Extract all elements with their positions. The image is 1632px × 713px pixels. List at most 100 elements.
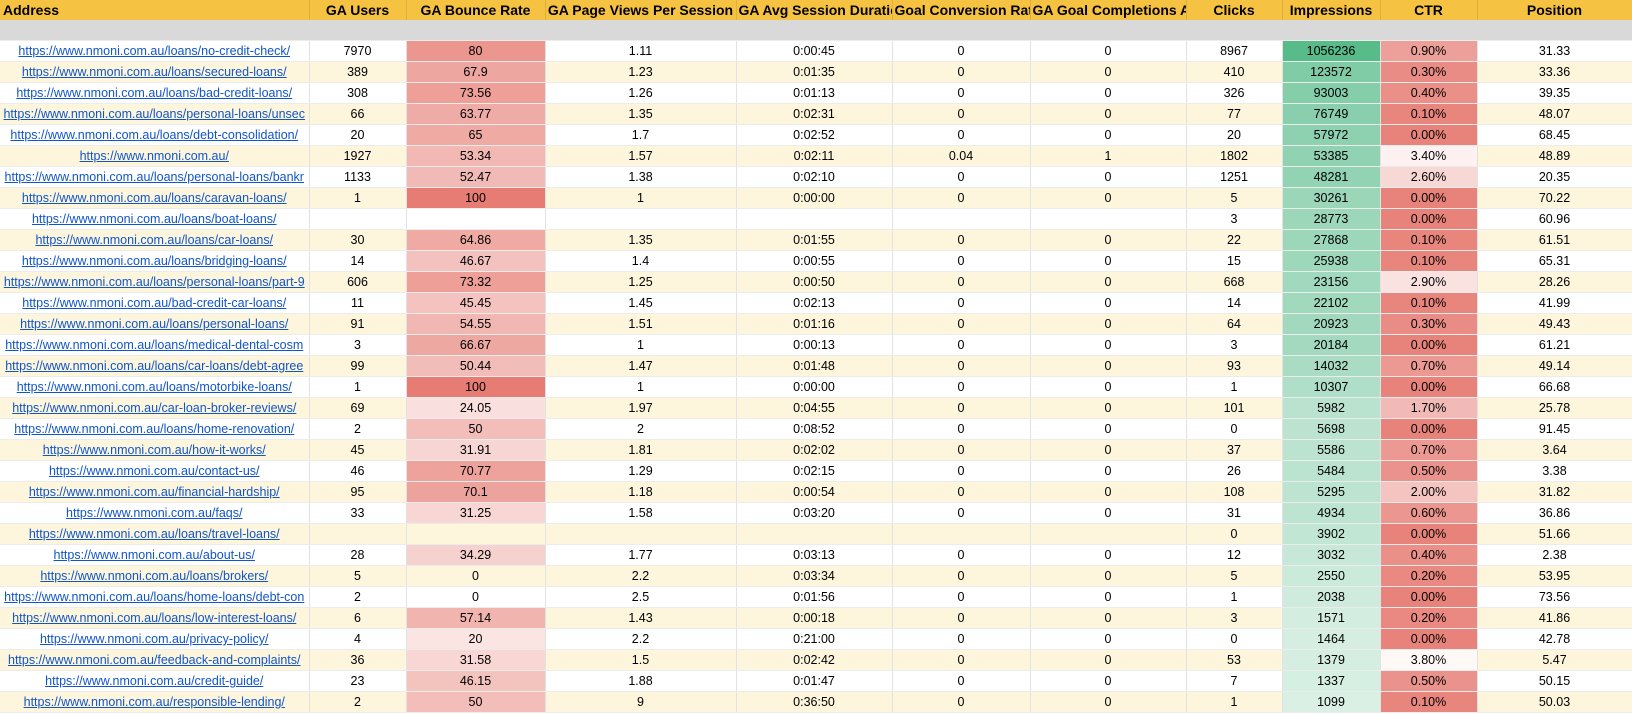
impressions-cell[interactable]: 20923 — [1282, 313, 1381, 335]
goal-completions-cell[interactable]: 0 — [1030, 691, 1187, 713]
clicks-cell[interactable]: 37 — [1186, 439, 1283, 461]
page-views-cell[interactable]: 1.88 — [545, 670, 737, 692]
session-duration-cell[interactable] — [736, 523, 893, 545]
ga-users-cell[interactable]: 36 — [309, 649, 407, 671]
ctr-cell[interactable]: 0.70% — [1380, 439, 1478, 461]
ga-users-cell[interactable]: 69 — [309, 397, 407, 419]
position-cell[interactable]: 31.33 — [1477, 40, 1632, 62]
goal-completions-cell[interactable]: 0 — [1030, 649, 1187, 671]
url-link[interactable]: https://www.nmoni.com.au/loans/car-loans… — [35, 233, 273, 247]
goal-completions-cell[interactable]: 0 — [1030, 565, 1187, 587]
ga-users-cell[interactable]: 95 — [309, 481, 407, 503]
position-cell[interactable]: 3.38 — [1477, 460, 1632, 482]
session-duration-cell[interactable]: 0:00:54 — [736, 481, 893, 503]
impressions-cell[interactable]: 22102 — [1282, 292, 1381, 314]
session-duration-cell[interactable]: 0:02:42 — [736, 649, 893, 671]
bounce-rate-cell[interactable]: 57.14 — [406, 607, 546, 629]
url-link[interactable]: https://www.nmoni.com.au/financial-hards… — [29, 485, 280, 499]
impressions-cell[interactable]: 27868 — [1282, 229, 1381, 251]
impressions-cell[interactable]: 1571 — [1282, 607, 1381, 629]
ga-users-cell[interactable] — [309, 523, 407, 545]
ga-users-cell[interactable]: 20 — [309, 124, 407, 146]
ga-users-cell[interactable]: 5 — [309, 565, 407, 587]
ga-users-cell[interactable]: 6 — [309, 607, 407, 629]
page-views-cell[interactable]: 1.45 — [545, 292, 737, 314]
ga-users-cell[interactable]: 14 — [309, 250, 407, 272]
goal-completions-cell[interactable] — [1030, 208, 1187, 230]
column-header-ctr[interactable]: CTR — [1380, 0, 1478, 20]
goal-completions-cell[interactable]: 0 — [1030, 397, 1187, 419]
page-views-cell[interactable]: 1.18 — [545, 481, 737, 503]
goal-conversion-rate-cell[interactable]: 0 — [892, 607, 1031, 629]
url-link[interactable]: https://www.nmoni.com.au/loans/personal-… — [20, 317, 288, 331]
bounce-rate-cell[interactable]: 63.77 — [406, 103, 546, 125]
ctr-cell[interactable]: 2.90% — [1380, 271, 1478, 293]
ctr-cell[interactable]: 0.50% — [1380, 670, 1478, 692]
bounce-rate-cell[interactable] — [406, 523, 546, 545]
ctr-cell[interactable]: 0.40% — [1380, 82, 1478, 104]
position-cell[interactable]: 28.26 — [1477, 271, 1632, 293]
address-cell[interactable]: https://www.nmoni.com.au/loans/personal-… — [0, 271, 310, 293]
clicks-cell[interactable]: 22 — [1186, 229, 1283, 251]
impressions-cell[interactable]: 5586 — [1282, 439, 1381, 461]
goal-completions-cell[interactable]: 0 — [1030, 40, 1187, 62]
page-views-cell[interactable]: 1.57 — [545, 145, 737, 167]
address-cell[interactable]: https://www.nmoni.com.au/about-us/ — [0, 544, 310, 566]
clicks-cell[interactable]: 53 — [1186, 649, 1283, 671]
bounce-rate-cell[interactable]: 50.44 — [406, 355, 546, 377]
bounce-rate-cell[interactable]: 70.77 — [406, 460, 546, 482]
address-cell[interactable]: https://www.nmoni.com.au/privacy-policy/ — [0, 628, 310, 650]
clicks-cell[interactable]: 64 — [1186, 313, 1283, 335]
position-cell[interactable]: 66.68 — [1477, 376, 1632, 398]
table-row[interactable]: https://www.nmoni.com.au/financial-hards… — [0, 481, 1632, 503]
position-cell[interactable]: 49.14 — [1477, 355, 1632, 377]
page-views-cell[interactable]: 2.2 — [545, 565, 737, 587]
position-cell[interactable]: 5.47 — [1477, 649, 1632, 671]
bounce-rate-cell[interactable]: 31.58 — [406, 649, 546, 671]
bounce-rate-cell[interactable]: 46.15 — [406, 670, 546, 692]
session-duration-cell[interactable]: 0:02:02 — [736, 439, 893, 461]
address-cell[interactable]: https://www.nmoni.com.au/loans/travel-lo… — [0, 523, 310, 545]
table-row[interactable]: https://www.nmoni.com.au/loans/medical-d… — [0, 334, 1632, 356]
page-views-cell[interactable]: 9 — [545, 691, 737, 713]
address-cell[interactable]: https://www.nmoni.com.au/loans/car-loans… — [0, 355, 310, 377]
ga-users-cell[interactable]: 1927 — [309, 145, 407, 167]
address-cell[interactable]: https://www.nmoni.com.au/loans/no-credit… — [0, 40, 310, 62]
table-row[interactable]: https://www.nmoni.com.au/contact-us/46 70… — [0, 460, 1632, 482]
column-header-page-views[interactable]: GA Page Views Per Session — [545, 0, 737, 20]
impressions-cell[interactable]: 76749 — [1282, 103, 1381, 125]
ctr-cell[interactable]: 3.40% — [1380, 145, 1478, 167]
impressions-cell[interactable]: 2038 — [1282, 586, 1381, 608]
goal-conversion-rate-cell[interactable] — [892, 523, 1031, 545]
address-cell[interactable]: https://www.nmoni.com.au/loans/low-inter… — [0, 607, 310, 629]
goal-completions-cell[interactable]: 0 — [1030, 124, 1187, 146]
clicks-cell[interactable]: 3 — [1186, 208, 1283, 230]
page-views-cell[interactable]: 1.29 — [545, 460, 737, 482]
clicks-cell[interactable]: 0 — [1186, 523, 1283, 545]
position-cell[interactable]: 50.03 — [1477, 691, 1632, 713]
url-link[interactable]: https://www.nmoni.com.au/loans/brokers/ — [40, 569, 268, 583]
clicks-cell[interactable]: 3 — [1186, 607, 1283, 629]
clicks-cell[interactable]: 5 — [1186, 187, 1283, 209]
ga-users-cell[interactable]: 23 — [309, 670, 407, 692]
goal-completions-cell[interactable]: 1 — [1030, 145, 1187, 167]
ga-users-cell[interactable]: 4 — [309, 628, 407, 650]
goal-completions-cell[interactable]: 0 — [1030, 187, 1187, 209]
impressions-cell[interactable]: 23156 — [1282, 271, 1381, 293]
url-link[interactable]: https://www.nmoni.com.au/privacy-policy/ — [40, 632, 269, 646]
bounce-rate-cell[interactable]: 34.29 — [406, 544, 546, 566]
url-link[interactable]: https://www.nmoni.com.au/contact-us/ — [49, 464, 260, 478]
url-link[interactable]: https://www.nmoni.com.au/loans/motorbike… — [17, 380, 292, 394]
ctr-cell[interactable]: 0.00% — [1380, 523, 1478, 545]
ctr-cell[interactable]: 0.10% — [1380, 103, 1478, 125]
goal-completions-cell[interactable]: 0 — [1030, 334, 1187, 356]
position-cell[interactable]: 3.64 — [1477, 439, 1632, 461]
bounce-rate-cell[interactable]: 31.25 — [406, 502, 546, 524]
bounce-rate-cell[interactable]: 46.67 — [406, 250, 546, 272]
url-link[interactable]: https://www.nmoni.com.au/about-us/ — [54, 548, 255, 562]
bounce-rate-cell[interactable]: 45.45 — [406, 292, 546, 314]
goal-conversion-rate-cell[interactable]: 0 — [892, 628, 1031, 650]
url-link[interactable]: https://www.nmoni.com.au/loans/low-inter… — [12, 611, 296, 625]
position-cell[interactable]: 39.35 — [1477, 82, 1632, 104]
page-views-cell[interactable]: 1.23 — [545, 61, 737, 83]
